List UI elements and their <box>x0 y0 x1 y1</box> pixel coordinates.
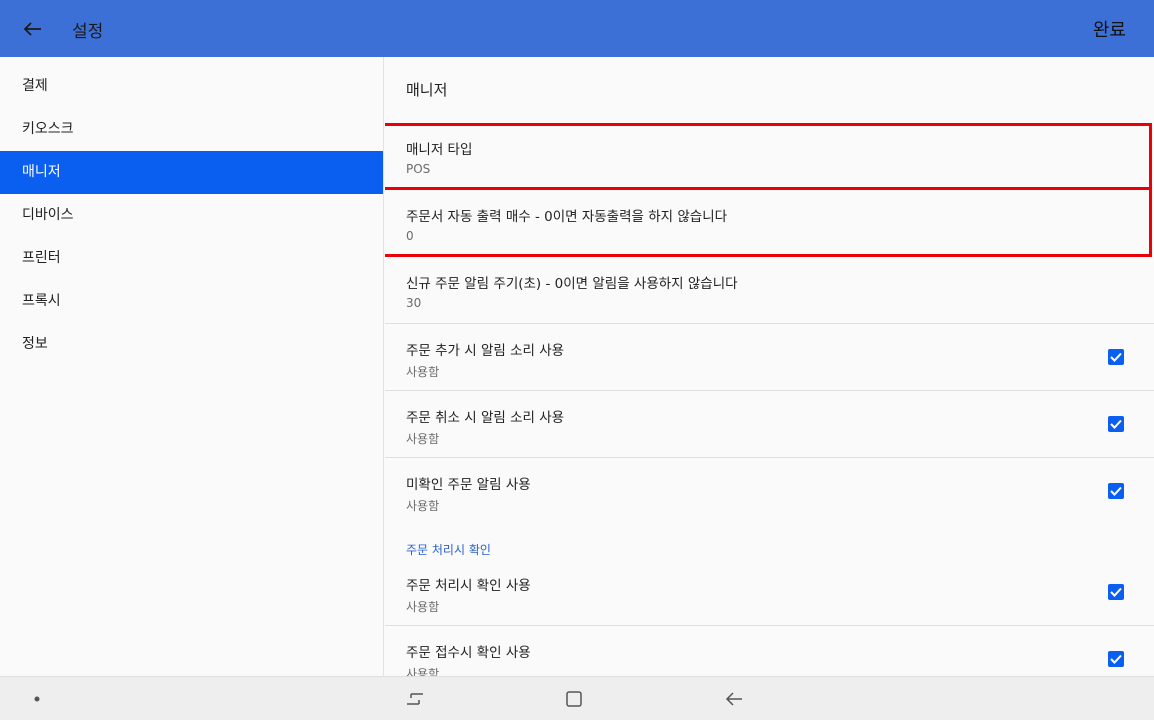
setting-title: 주문 접수시 확인 사용 <box>406 645 531 661</box>
system-nav-bar <box>0 676 1154 720</box>
setting-title: 주문 추가 시 알림 소리 사용 <box>406 343 565 359</box>
checkbox[interactable] <box>1108 349 1124 365</box>
setting-auto-print-count[interactable]: 주문서 자동 출력 매수 - 0이면 자동출력을 하지 않습니다 0 <box>385 190 1152 257</box>
setting-title: 매니저 타입 <box>406 142 473 158</box>
checkbox[interactable] <box>1108 416 1124 432</box>
setting-order-accept-confirm[interactable]: 주문 접수시 확인 사용 사용함 <box>385 626 1154 676</box>
sidebar-item-device[interactable]: 디바이스 <box>0 194 383 237</box>
setting-title: 미확인 주문 알림 사용 <box>406 477 531 493</box>
checkbox[interactable] <box>1108 584 1124 600</box>
setting-value: 사용함 <box>406 600 440 614</box>
sidebar-item-kiosk[interactable]: 키오스크 <box>0 108 383 151</box>
checkbox[interactable] <box>1108 483 1124 499</box>
setting-order-cancel-sound[interactable]: 주문 취소 시 알림 소리 사용 사용함 <box>385 391 1154 458</box>
sidebar-item-payment[interactable]: 결제 <box>0 65 383 108</box>
setting-value: 사용함 <box>406 667 440 676</box>
sidebar-item-proxy[interactable]: 프록시 <box>0 280 383 323</box>
check-icon <box>1110 654 1122 664</box>
setting-value: 사용함 <box>406 365 440 379</box>
setting-title: 주문 처리시 확인 사용 <box>406 578 531 594</box>
setting-value: 사용함 <box>406 432 440 446</box>
dot-icon[interactable] <box>25 687 49 711</box>
home-icon[interactable] <box>562 687 586 711</box>
back-arrow-icon[interactable] <box>20 16 46 42</box>
check-icon <box>1110 587 1122 597</box>
sidebar-item-info[interactable]: 정보 <box>0 323 383 366</box>
setting-new-order-alert-interval[interactable]: 신규 주문 알림 주기(초) - 0이면 알림을 사용하지 않습니다 30 <box>385 257 1154 324</box>
app-bar: 설정 완료 <box>0 0 1154 57</box>
check-icon <box>1110 486 1122 496</box>
setting-order-process-confirm[interactable]: 주문 처리시 확인 사용 사용함 <box>385 559 1154 626</box>
setting-unconfirmed-order-alert[interactable]: 미확인 주문 알림 사용 사용함 <box>385 458 1154 525</box>
setting-value: 0 <box>406 229 414 243</box>
setting-order-add-sound[interactable]: 주문 추가 시 알림 소리 사용 사용함 <box>385 324 1154 391</box>
setting-title: 신규 주문 알림 주기(초) - 0이면 알림을 사용하지 않습니다 <box>406 276 738 292</box>
section-header: 매니저 <box>406 81 448 99</box>
setting-value: 사용함 <box>406 499 440 513</box>
sidebar: 결제 키오스크 매니저 디바이스 프린터 프록시 정보 <box>0 57 384 676</box>
setting-value: POS <box>406 162 431 176</box>
setting-title: 주문서 자동 출력 매수 - 0이면 자동출력을 하지 않습니다 <box>406 209 728 225</box>
setting-title: 주문 취소 시 알림 소리 사용 <box>406 410 565 426</box>
page-title: 설정 <box>72 22 104 42</box>
setting-manager-type[interactable]: 매니저 타입 POS <box>385 123 1152 190</box>
settings-panel: 매니저 매니저 타입 POS 주문서 자동 출력 매수 - 0이면 자동출력을 … <box>385 57 1154 676</box>
setting-value: 30 <box>406 296 422 310</box>
recent-apps-icon[interactable] <box>403 687 427 711</box>
check-icon <box>1110 352 1122 362</box>
category-header: 주문 처리시 확인 <box>406 543 491 557</box>
done-button[interactable]: 완료 <box>1093 16 1126 42</box>
checkbox[interactable] <box>1108 651 1124 667</box>
sidebar-item-printer[interactable]: 프린터 <box>0 237 383 280</box>
check-icon <box>1110 419 1122 429</box>
back-icon[interactable] <box>722 687 746 711</box>
sidebar-item-manager[interactable]: 매니저 <box>0 151 383 194</box>
